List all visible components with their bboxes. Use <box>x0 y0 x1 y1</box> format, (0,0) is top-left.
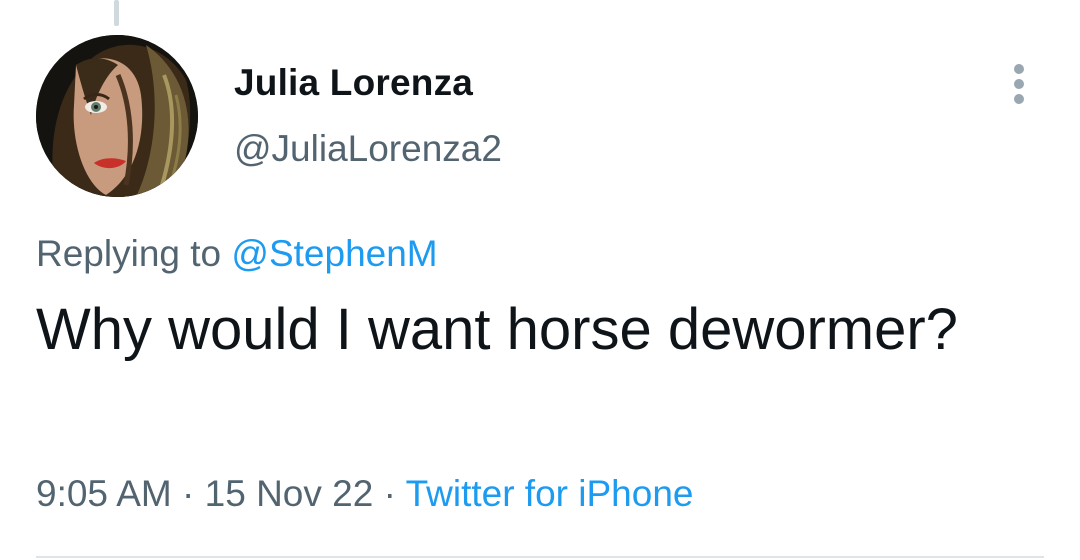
divider <box>36 556 1044 558</box>
avatar[interactable] <box>36 35 198 197</box>
reply-context-prefix: Replying to <box>36 233 222 274</box>
tweet-text: Why would I want horse dewormer? <box>36 297 958 362</box>
reply-mention-link[interactable]: @StephenM <box>231 233 437 274</box>
thread-connector-line <box>114 0 119 26</box>
tweet-time[interactable]: 9:05 AM <box>36 473 172 514</box>
tweet-meta: 9:05 AM · 15 Nov 22 · Twitter for iPhone <box>36 473 693 515</box>
meta-separator: · <box>383 473 396 514</box>
tweet-date[interactable]: 15 Nov 22 <box>205 473 374 514</box>
author-display-name[interactable]: Julia Lorenza <box>234 62 473 104</box>
dot <box>1014 79 1024 89</box>
dot <box>1014 64 1024 74</box>
meta-separator: · <box>182 473 195 514</box>
tweet-source-link[interactable]: Twitter for iPhone <box>406 473 694 514</box>
author-handle[interactable]: @JuliaLorenza2 <box>234 128 502 170</box>
reply-context: Replying to @StephenM <box>36 233 438 275</box>
more-options-button[interactable] <box>1004 62 1034 106</box>
dot <box>1014 94 1024 104</box>
avatar-photo <box>36 35 198 197</box>
